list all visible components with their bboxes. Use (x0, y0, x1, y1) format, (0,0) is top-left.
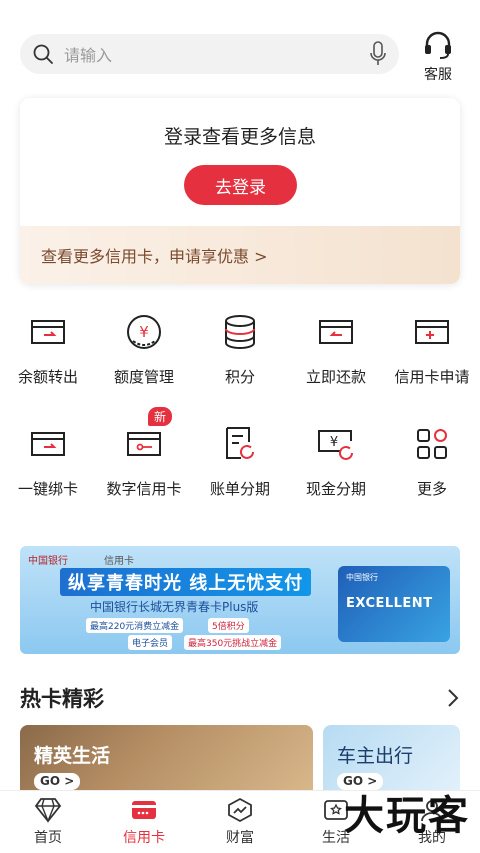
login-button[interactable]: 去登录 (184, 165, 297, 205)
grid-label: 账单分期 (209, 480, 270, 498)
search-input[interactable]: 请输入 (64, 42, 369, 66)
go-button[interactable]: GO > (34, 773, 81, 790)
new-badge: 新 (148, 407, 173, 426)
credit-card-icon (132, 801, 156, 819)
coin-stack-icon (220, 312, 260, 352)
grid-item-bill-installment[interactable]: 账单分期 (192, 424, 288, 499)
card-promo-link[interactable]: 查看更多信用卡，申请享优惠 > (20, 226, 460, 284)
bank-logo-text: 中国银行 (28, 556, 68, 567)
search-bar[interactable]: 请输入 (20, 34, 399, 74)
login-card: 登录查看更多信息 去登录 查看更多信用卡，申请享优惠 > (20, 98, 460, 284)
card-transfer-icon (28, 312, 68, 352)
tab-label: 财富 (226, 830, 254, 846)
customer-service-label: 客服 (424, 67, 452, 83)
grid-item-digital-card[interactable]: 新 数字信用卡 (96, 407, 192, 499)
promo-banner[interactable]: 中国银行 信用卡 纵享青春时光 线上无忧支付 中国银行长城无界青春卡Plus版 … (20, 546, 460, 654)
tab-credit-card[interactable]: 信用卡 (96, 791, 192, 853)
grid-item-repay-now[interactable]: 立即还款 (288, 312, 384, 387)
cash-installment-icon: ¥ (316, 424, 356, 464)
search-row: 请输入 客服 (20, 31, 460, 83)
hot-card-elite-life[interactable]: 精英生活 GO > (20, 725, 313, 795)
customer-service-button[interactable]: 客服 (416, 30, 460, 84)
banner-chip: 电子会员 (128, 635, 173, 650)
chevron-right-icon[interactable] (446, 688, 460, 708)
digital-card-icon: 新 (124, 407, 173, 464)
tab-label: 首页 (34, 830, 62, 846)
headset-icon (425, 31, 451, 59)
tab-label: 信用卡 (123, 830, 165, 846)
grid-label: 积分 (224, 368, 255, 386)
card-type-text: 信用卡 (104, 556, 134, 567)
yuan-circle-icon: ¥ (124, 312, 164, 352)
banner-slogan: 纵享青春时光 线上无忧支付 (60, 568, 312, 596)
login-prompt-title: 登录查看更多信息 (163, 126, 316, 148)
hot-card-title: 车主出行 (337, 745, 414, 767)
grid-label: 一键绑卡 (17, 480, 78, 498)
grid-label: 额度管理 (113, 368, 174, 386)
section-title: 热卡精彩 (20, 687, 104, 711)
card-bind-icon (28, 424, 68, 464)
grid-label: 立即还款 (305, 368, 366, 386)
card-repay-icon (316, 312, 356, 352)
grid-item-balance-transfer[interactable]: 余额转出 (0, 312, 96, 387)
quick-actions-row-1: 余额转出 ¥ 额度管理 积分 立即还款 信用卡申请 (0, 312, 480, 387)
wealth-chart-icon (228, 797, 252, 823)
watermark-text: 大玩客 (344, 793, 470, 839)
banner-subtitle: 中国银行长城无界青春卡Plus版 (90, 600, 259, 614)
svg-text:¥: ¥ (139, 323, 149, 341)
grid-item-card-apply[interactable]: 信用卡申请 (384, 312, 480, 387)
svg-text:¥: ¥ (330, 435, 338, 450)
credit-card-image: 中国银行 EXCELLENT (338, 566, 450, 642)
banner-chip: 最高350元挑战立减金 (184, 635, 282, 650)
grid-label: 现金分期 (305, 480, 366, 498)
grid-item-more[interactable]: 更多 (384, 424, 480, 499)
tab-home[interactable]: 首页 (0, 791, 96, 853)
grid-item-limit-management[interactable]: ¥ 额度管理 (96, 312, 192, 387)
grid-item-bind-card[interactable]: 一键绑卡 (0, 424, 96, 499)
card-excellent-text: EXCELLENT (346, 596, 433, 611)
bill-installment-icon (220, 424, 260, 464)
quick-actions-row-2: 一键绑卡 新 数字信用卡 账单分期 ¥ 现金分期 更多 (0, 407, 480, 499)
banner-chip: 最高220元消费立减金 (86, 618, 184, 633)
card-apply-icon (412, 312, 452, 352)
diamond-icon (34, 798, 62, 823)
grid-item-points[interactable]: 积分 (192, 312, 288, 387)
banner-chip: 5倍积分 (208, 618, 249, 633)
hot-cards-header[interactable]: 热卡精彩 (20, 683, 460, 713)
grid-label: 更多 (416, 480, 447, 498)
hot-card-title: 精英生活 (34, 745, 111, 767)
grid-more-icon (412, 424, 452, 464)
grid-item-cash-installment[interactable]: ¥ 现金分期 (288, 424, 384, 499)
search-icon (33, 44, 53, 64)
card-bank-text: 中国银行 (346, 573, 378, 582)
grid-label: 信用卡申请 (394, 368, 470, 386)
grid-label: 数字信用卡 (106, 480, 182, 498)
grid-label: 余额转出 (17, 368, 78, 386)
microphone-icon[interactable] (369, 41, 387, 67)
tab-wealth[interactable]: 财富 (192, 791, 288, 853)
